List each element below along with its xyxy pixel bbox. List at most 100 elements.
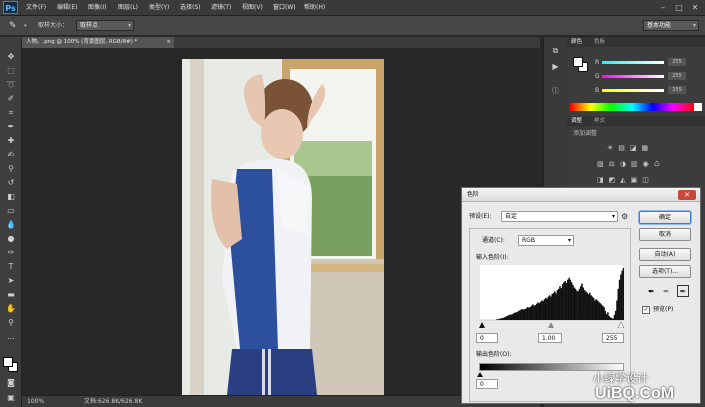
output-black-slider[interactable]: [477, 372, 483, 377]
fg-color-chip[interactable]: [573, 57, 583, 67]
pen-tool-icon[interactable]: ✑: [5, 247, 17, 258]
tab-adjustments[interactable]: 调整: [571, 116, 582, 126]
channel-b-value[interactable]: 255: [668, 86, 686, 94]
menu-type[interactable]: 类型(Y): [149, 2, 169, 14]
channel-r-value[interactable]: 255: [668, 58, 686, 66]
eraser-tool-icon[interactable]: ◧: [5, 191, 17, 202]
marquee-tool-icon[interactable]: ⬚: [5, 65, 17, 76]
histogram-bar: [520, 309, 522, 320]
healing-brush-icon[interactable]: ✚: [5, 135, 17, 146]
sample-size-select[interactable]: 取样点 ▾: [76, 20, 134, 31]
adjustment-icons-row-3[interactable]: ◨◩◭▣◫: [597, 175, 677, 185]
gradient-tool-icon[interactable]: ▭: [5, 205, 17, 216]
close-icon[interactable]: ✕: [678, 190, 696, 200]
document-image[interactable]: [182, 59, 384, 395]
input-white-slider[interactable]: [617, 321, 624, 328]
hand-tool-icon[interactable]: ✋: [5, 303, 17, 314]
channel-g-label: G: [595, 73, 600, 80]
input-white-field[interactable]: 255: [602, 333, 624, 343]
brush-tool-icon[interactable]: ✍: [5, 149, 17, 160]
history-brush-icon[interactable]: ↺: [5, 177, 17, 188]
input-black-slider[interactable]: [479, 322, 485, 328]
more-tools-icon[interactable]: …: [5, 331, 17, 342]
eyedropper-icon[interactable]: ✒: [5, 121, 17, 132]
gray-eyedropper-icon[interactable]: ✒: [663, 286, 673, 297]
histogram-bar: [607, 312, 609, 320]
history-panel-icon[interactable]: ⧉: [549, 45, 562, 57]
histogram-bar: [537, 302, 539, 320]
input-gamma-slider[interactable]: [548, 322, 554, 328]
document-info: 文档:626.8K/626.8K: [84, 398, 143, 405]
adjustment-icons-row-2[interactable]: ▧⚖◑▥◉♺: [597, 159, 677, 169]
maximize-icon[interactable]: □: [672, 2, 686, 13]
white-swatch[interactable]: [694, 103, 702, 111]
crop-tool-icon[interactable]: ⌗: [5, 107, 17, 118]
menu-window[interactable]: 窗口(W): [273, 2, 296, 14]
output-black-field[interactable]: 0: [476, 379, 498, 389]
color-spectrum-ramp[interactable]: [570, 103, 694, 111]
eyedropper-tool-icon[interactable]: ✎: [9, 20, 21, 32]
blur-tool-icon[interactable]: 💧: [5, 219, 17, 230]
menu-view[interactable]: 视图(V): [242, 2, 263, 14]
histogram-bar: [614, 310, 617, 320]
document-tab[interactable]: 人物。.png @ 100% (背景图层, RGB/8#) * ×: [22, 37, 174, 48]
tab-color[interactable]: 颜色: [571, 37, 582, 47]
menu-image[interactable]: 图像(I): [88, 2, 106, 14]
options-button[interactable]: 选项(T)...: [639, 265, 691, 278]
channel-g-slider[interactable]: [602, 75, 664, 78]
preset-select[interactable]: 自定 ▾: [501, 211, 618, 222]
preview-checkbox[interactable]: ✓: [642, 306, 650, 314]
lasso-tool-icon[interactable]: ➰: [5, 79, 17, 90]
menu-file[interactable]: 文件(F): [26, 2, 46, 14]
shape-tool-icon[interactable]: ▬: [5, 289, 17, 300]
tab-swatches[interactable]: 色板: [594, 37, 605, 47]
channel-b-slider[interactable]: [602, 89, 664, 92]
type-tool-icon[interactable]: T: [5, 261, 17, 272]
histogram-bar: [582, 287, 585, 320]
info-panel-icon[interactable]: ⓘ: [549, 85, 562, 97]
chevron-down-icon[interactable]: ▾: [24, 23, 27, 29]
actions-panel-icon[interactable]: ▶: [549, 61, 562, 73]
menu-layer[interactable]: 图层(L): [118, 2, 138, 14]
tab-styles[interactable]: 样式: [594, 116, 605, 126]
menu-filter[interactable]: 滤镜(T): [211, 2, 231, 14]
zoom-tool-icon[interactable]: ⚲: [5, 317, 17, 328]
histogram-bar: [523, 309, 525, 320]
close-icon[interactable]: ✕: [688, 2, 702, 13]
dodge-tool-icon[interactable]: ●: [5, 233, 17, 244]
histogram-bar: [495, 319, 498, 320]
cancel-button[interactable]: 取消: [639, 228, 691, 241]
white-eyedropper-icon[interactable]: ✒: [677, 285, 689, 297]
sample-size-label: 取样大小：: [38, 22, 69, 29]
input-black-field[interactable]: 0: [476, 333, 498, 343]
minimize-icon[interactable]: –: [656, 2, 670, 13]
path-select-icon[interactable]: ➤: [5, 275, 17, 286]
workspace-select[interactable]: 基本功能 ▾: [643, 20, 699, 31]
preset-label: 预设(E):: [469, 213, 492, 220]
watermark-line-2: UiBQ.CoM: [595, 385, 675, 402]
menu-select[interactable]: 选择(S): [180, 2, 201, 14]
input-gamma-field[interactable]: 1.00: [538, 333, 562, 343]
close-tab-icon[interactable]: ×: [166, 37, 171, 48]
auto-button[interactable]: 自动(A): [639, 248, 691, 261]
gear-icon[interactable]: ⚙: [621, 211, 631, 222]
quick-mask-icon[interactable]: ◙: [5, 377, 17, 388]
menu-edit[interactable]: 编辑(E): [57, 2, 77, 14]
dialog-titlebar[interactable]: 色阶 ✕: [462, 188, 700, 202]
channel-g-value[interactable]: 255: [668, 72, 686, 80]
move-tool-icon[interactable]: ✥: [5, 51, 17, 62]
adjustment-icons-row-1[interactable]: ☀▤◪▦: [607, 143, 667, 153]
quick-select-tool-icon[interactable]: ✐: [5, 93, 17, 104]
foreground-color-swatch[interactable]: [3, 357, 13, 367]
clone-stamp-icon[interactable]: ⚲: [5, 163, 17, 174]
preset-value: 自定: [505, 213, 518, 220]
screen-mode-icon[interactable]: ▣: [5, 392, 17, 403]
histogram-bar: [598, 301, 600, 320]
channel-select[interactable]: RGB ▾: [518, 235, 574, 246]
channel-r-slider[interactable]: [602, 61, 664, 64]
ok-button[interactable]: 确定: [639, 211, 691, 224]
histogram-bar: [546, 298, 548, 320]
zoom-level[interactable]: 100%: [27, 397, 44, 406]
menu-help[interactable]: 帮助(H): [304, 2, 325, 14]
black-eyedropper-icon[interactable]: ✒: [648, 286, 658, 297]
